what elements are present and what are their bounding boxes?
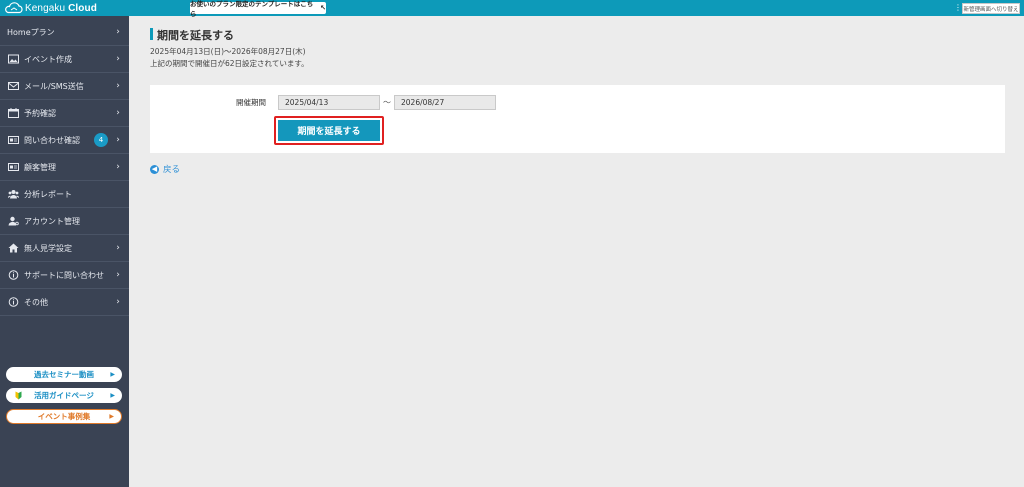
image-icon (7, 54, 19, 64)
cloud-logo-icon (5, 2, 23, 14)
sidebar-item-event-create[interactable]: イベント作成 › (0, 46, 129, 73)
sidebar-item-label: アカウント管理 (24, 216, 80, 226)
notification-badge: 4 (94, 133, 108, 147)
page-title: 期間を延長する (157, 29, 234, 42)
past-seminar-videos-button[interactable]: 過去セミナー動画 ▶ (6, 367, 122, 382)
top-bar: Kengaku Cloud お使いのプラン限定のテンプレートはこちら ↖ ⋮ 新… (0, 0, 1024, 18)
logo-text-light: Kengaku (25, 2, 66, 14)
sidebar-item-label: 問い合わせ確認 (24, 135, 80, 145)
sidebar-item-reservations[interactable]: 予約確認 › (0, 100, 129, 127)
logo[interactable]: Kengaku Cloud (4, 1, 97, 15)
title-accent-bar (150, 28, 153, 40)
id-card-icon (7, 135, 19, 145)
chevron-right-icon: › (116, 54, 120, 64)
switch-admin-button[interactable]: 新管理画面へ切り替え (962, 3, 1020, 14)
sidebar-item-reports[interactable]: 分析レポート (0, 181, 129, 208)
play-arrow-icon: ▶ (109, 413, 114, 420)
promo-label: お使いのプラン限定のテンプレートはこちら (190, 0, 314, 18)
sidebar-item-customers[interactable]: 顧客管理 › (0, 154, 129, 181)
sidebar-item-home-plan[interactable]: Homeプラン › (0, 19, 129, 46)
guide-label: 活用ガイドページ (34, 391, 94, 400)
sidebar-item-support[interactable]: サポートに問い合わせ › (0, 262, 129, 289)
chevron-right-icon: › (116, 81, 120, 91)
play-arrow-icon: ▶ (110, 392, 115, 399)
back-label: 戻る (163, 165, 181, 175)
calendar-icon (7, 108, 19, 118)
beginner-leaf-icon (15, 391, 22, 400)
seminar-label: 過去セミナー動画 (34, 370, 94, 379)
extend-period-button[interactable]: 期間を延長する (278, 120, 380, 141)
home-icon (7, 243, 19, 253)
more-menu-icon[interactable]: ⋮ (954, 2, 962, 14)
chevron-right-icon: › (116, 270, 120, 280)
sidebar-item-label: 分析レポート (24, 189, 72, 199)
sidebar-item-label: メール/SMS送信 (24, 81, 84, 91)
sidebar-item-mail-sms[interactable]: メール/SMS送信 › (0, 73, 129, 100)
back-link[interactable]: ◀ 戻る (150, 163, 180, 175)
sidebar-item-label: Homeプラン (7, 27, 55, 37)
info-icon (7, 270, 19, 280)
event-cases-button[interactable]: イベント事例集 ▶ (6, 409, 122, 424)
sidebar-item-unmanned-tour[interactable]: 無人見学設定 › (0, 235, 129, 262)
chevron-right-icon: › (116, 27, 120, 37)
id-card-icon (7, 162, 19, 172)
mail-icon (7, 81, 19, 91)
event-period-text: 2025年04月13日(日)～2026年08月27日(木) (150, 47, 306, 56)
period-label: 開催期間 (236, 98, 266, 107)
chevron-right-icon: › (116, 297, 120, 307)
sidebar-item-account[interactable]: アカウント管理 (0, 208, 129, 235)
play-arrow-icon: ▶ (110, 371, 115, 378)
sidebar-item-inquiries[interactable]: 問い合わせ確認 4 › (0, 127, 129, 154)
chevron-right-icon: › (116, 108, 120, 118)
guide-page-button[interactable]: 活用ガイドページ ▶ (6, 388, 122, 403)
event-days-note: 上記の期間で開催日が62日設定されています。 (150, 59, 309, 68)
template-promo-button[interactable]: お使いのプラン限定のテンプレートはこちら ↖ (190, 0, 326, 18)
sidebar-item-label: その他 (24, 297, 48, 307)
sidebar: Homeプラン › イベント作成 › メール/SMS送信 › 予約確認 › 問い… (0, 16, 129, 487)
start-date-input[interactable] (278, 95, 380, 110)
cursor-icon: ↖ (320, 4, 326, 12)
sidebar-item-label: 予約確認 (24, 108, 56, 118)
back-arrow-icon: ◀ (150, 164, 159, 174)
users-icon (7, 189, 19, 199)
cases-label: イベント事例集 (37, 412, 91, 421)
sidebar-item-label: イベント作成 (24, 54, 72, 64)
range-separator: ～ (383, 98, 391, 107)
end-date-input[interactable] (394, 95, 496, 110)
chevron-right-icon: › (116, 162, 120, 172)
sidebar-item-label: 無人見学設定 (24, 243, 72, 253)
user-gear-icon (7, 216, 19, 226)
info-icon (7, 297, 19, 307)
sidebar-item-label: 顧客管理 (24, 162, 56, 172)
logo-text-bold: Cloud (68, 2, 97, 14)
chevron-right-icon: › (116, 135, 120, 145)
chevron-right-icon: › (116, 243, 120, 253)
sidebar-item-label: サポートに問い合わせ (24, 270, 104, 280)
sidebar-item-other[interactable]: その他 › (0, 289, 129, 316)
